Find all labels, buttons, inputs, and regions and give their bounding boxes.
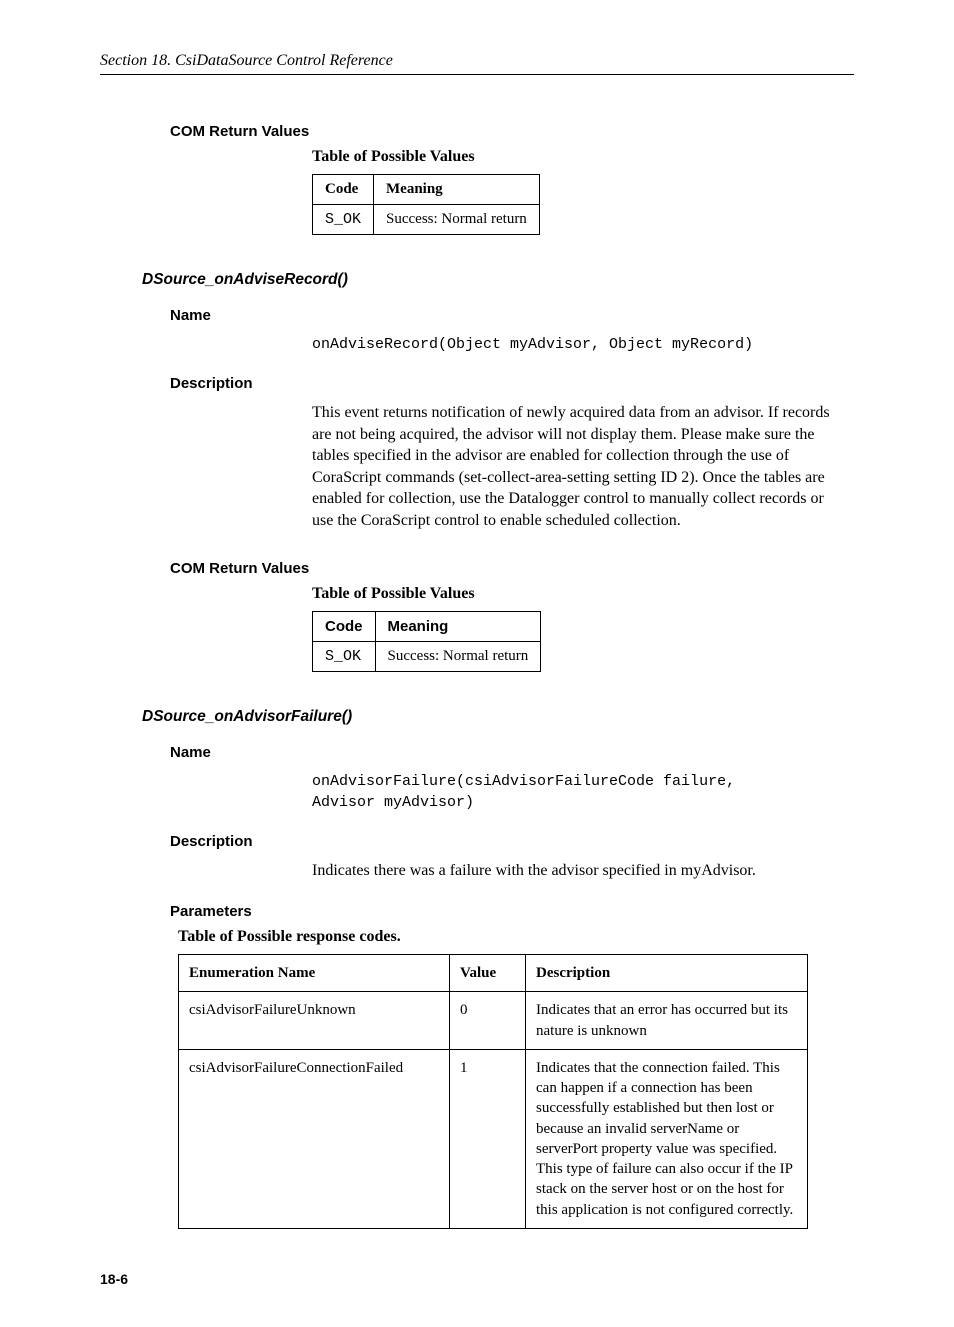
- th-code: Code: [313, 175, 374, 205]
- running-head: Section 18. CsiDataSource Control Refere…: [100, 52, 854, 75]
- cell-enum-name: csiAdvisorFailureUnknown: [179, 992, 450, 1050]
- cell-description: Indicates that an error has occurred but…: [526, 992, 808, 1050]
- cell-meaning: Success: Normal return: [374, 205, 540, 235]
- table-caption-possible-values-1: Table of Possible Values: [312, 148, 854, 166]
- cell-value: 1: [450, 1049, 526, 1228]
- table-row: csiAdvisorFailureConnectionFailed 1 Indi…: [179, 1049, 808, 1228]
- th-value: Value: [450, 955, 526, 992]
- th-description: Description: [526, 955, 808, 992]
- heading-com-return-values: COM Return Values: [170, 123, 854, 140]
- th-meaning: Meaning: [375, 611, 541, 641]
- th-meaning: Meaning: [374, 175, 540, 205]
- cell-enum-name: csiAdvisorFailureConnectionFailed: [179, 1049, 450, 1228]
- page-number: 18-6: [100, 1271, 854, 1287]
- table-caption-response-codes: Table of Possible response codes.: [178, 928, 854, 946]
- description-text-onadviserecord: This event returns notification of newly…: [312, 402, 844, 532]
- heading-com-return-values: COM Return Values: [170, 560, 854, 577]
- cell-description: Indicates that the connection failed. Th…: [526, 1049, 808, 1228]
- table-row: S_OK Success: Normal return: [313, 205, 540, 235]
- cell-meaning: Success: Normal return: [375, 641, 541, 671]
- cell-value: 0: [450, 992, 526, 1050]
- signature-onadvisorfailure: onAdvisorFailure(csiAdvisorFailureCode f…: [312, 771, 854, 813]
- heading-name: Name: [170, 744, 854, 761]
- heading-description: Description: [170, 375, 854, 392]
- heading-parameters: Parameters: [170, 903, 854, 920]
- signature-onadviserecord: onAdviseRecord(Object myAdvisor, Object …: [312, 334, 854, 355]
- table-row: S_OK Success: Normal return: [313, 641, 541, 671]
- heading-name: Name: [170, 307, 854, 324]
- cell-code: S_OK: [313, 205, 374, 235]
- table-possible-values-1: Code Meaning S_OK Success: Normal return: [312, 174, 540, 235]
- heading-event-onadvisorfailure: DSource_onAdvisorFailure(): [142, 708, 854, 726]
- table-response-codes: Enumeration Name Value Description csiAd…: [178, 954, 808, 1229]
- heading-event-onadviserecord: DSource_onAdviseRecord(): [142, 271, 854, 289]
- cell-code: S_OK: [313, 641, 376, 671]
- table-row: csiAdvisorFailureUnknown 0 Indicates tha…: [179, 992, 808, 1050]
- th-code: Code: [313, 611, 376, 641]
- table-caption-possible-values-2: Table of Possible Values: [312, 585, 854, 603]
- heading-description: Description: [170, 833, 854, 850]
- page: Section 18. CsiDataSource Control Refere…: [0, 0, 954, 1327]
- th-enum-name: Enumeration Name: [179, 955, 450, 992]
- table-possible-values-2: Code Meaning S_OK Success: Normal return: [312, 611, 541, 672]
- description-text-onadvisorfailure: Indicates there was a failure with the a…: [312, 860, 844, 882]
